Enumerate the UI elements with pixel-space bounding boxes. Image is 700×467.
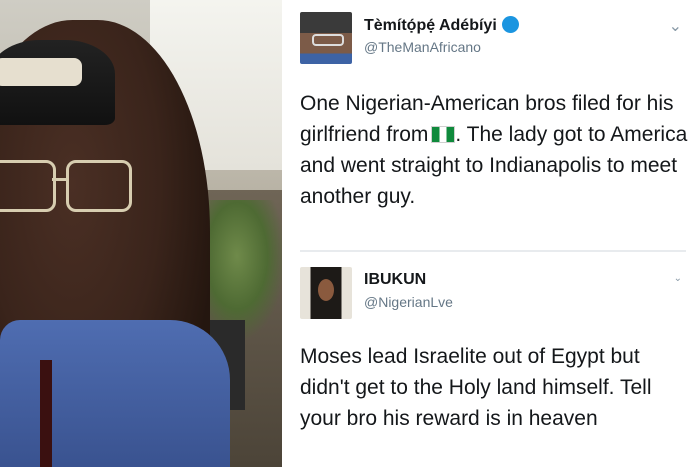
avatar-face	[318, 279, 334, 301]
background-plant	[205, 200, 282, 340]
verified-badge-icon	[501, 16, 519, 33]
author-name-text: Tèmítọ́pẹ́ Adébíyi	[364, 17, 497, 34]
nigeria-flag-icon	[431, 126, 456, 143]
tweet-card-1: Tèmítọ́pẹ́ Adébíyi @TheManAfricano ⌄ One…	[282, 0, 700, 250]
chevron-down-icon[interactable]: ⌄	[669, 16, 682, 36]
chevron-down-icon[interactable]: ⌄	[674, 273, 682, 284]
shirt	[0, 320, 230, 467]
cap-band	[0, 58, 82, 86]
author-name[interactable]: IBUKUN	[364, 271, 426, 289]
avatar-glasses	[312, 34, 344, 46]
selfie-photo	[0, 0, 282, 467]
tweet-text: Moses lead Israelite out of Egypt but di…	[300, 345, 652, 430]
glasses-right-lens	[66, 160, 132, 212]
avatar[interactable]	[300, 267, 352, 319]
divider	[300, 250, 686, 252]
tweet-stack: Tèmítọ́pẹ́ Adébíyi @TheManAfricano ⌄ One…	[282, 0, 700, 467]
avatar[interactable]	[300, 12, 352, 64]
author-name[interactable]: Tèmítọ́pẹ́ Adébíyi	[364, 16, 519, 35]
author-handle[interactable]: @NigerianLve	[364, 294, 453, 310]
lanyard	[40, 360, 52, 467]
tweet-card-2: IBUKUN @NigerianLve ⌄ Moses lead Israeli…	[282, 255, 700, 467]
author-handle[interactable]: @TheManAfricano	[364, 39, 481, 55]
glasses-left-lens	[0, 160, 56, 212]
tweet-text: One Nigerian-American bros filed for his…	[300, 88, 692, 212]
